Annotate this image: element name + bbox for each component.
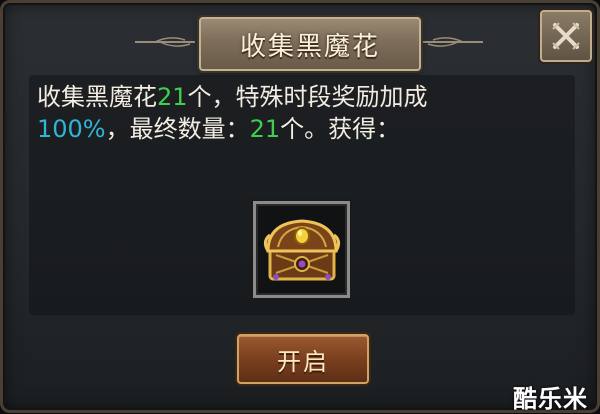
message-text: 收集黑魔花 (37, 83, 157, 111)
close-x-icon (552, 22, 580, 50)
collect-dialog: 收集黑魔花 收集黑魔花21个，特殊时段奖励加成 100%，最终数量：21个。获得… (0, 0, 600, 413)
title-ornament-right (423, 37, 483, 47)
treasure-chest-icon (263, 218, 340, 280)
reward-item-slot[interactable] (253, 201, 350, 298)
message-text: ，最终数量： (105, 115, 250, 143)
message-text: 个，特殊时段奖励加成 (187, 83, 428, 111)
close-button[interactable] (540, 10, 592, 62)
title-ornament-left (135, 37, 195, 47)
open-button[interactable]: 开启 (237, 334, 369, 384)
message-text: 个。获得： (280, 115, 401, 143)
final-count: 21 (249, 115, 281, 143)
collected-count: 21 (157, 83, 188, 111)
reward-message: 收集黑魔花21个，特殊时段奖励加成 100%，最终数量：21个。获得： (37, 81, 577, 145)
bonus-percent: 100% (37, 115, 106, 143)
dialog-title: 收集黑魔花 (239, 31, 380, 62)
title-plate: 收集黑魔花 (199, 17, 421, 71)
watermark-logo: 酷乐米 (513, 385, 588, 413)
